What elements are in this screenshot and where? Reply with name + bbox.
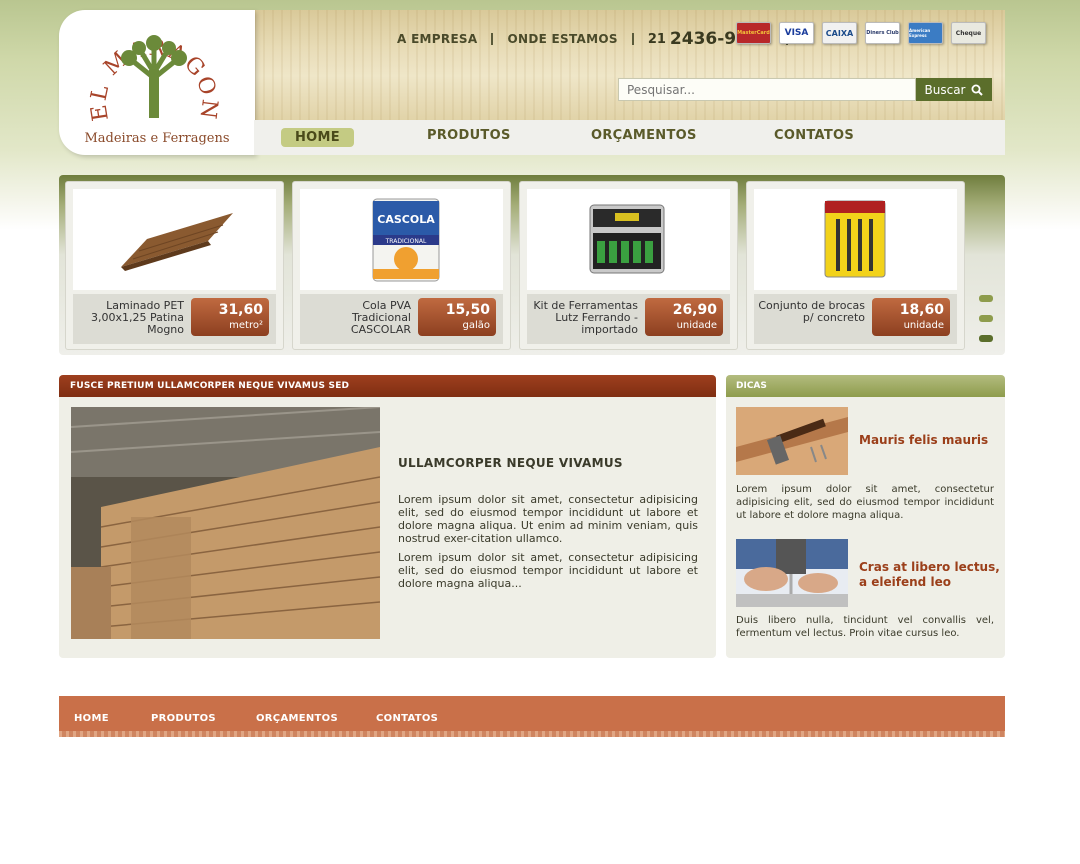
- tips-sidebar: DICAS Mauris felis mauris Lorem ipsum do…: [726, 375, 1005, 658]
- separator: [631, 33, 634, 45]
- tip-title[interactable]: Mauris felis mauris: [859, 433, 988, 448]
- carousel-dot-active[interactable]: [979, 335, 993, 342]
- product-price: 31,60: [218, 302, 263, 318]
- hammer-nails-image[interactable]: [736, 407, 848, 475]
- logo-tagline: Madeiras e Ferragens: [84, 131, 230, 146]
- header: EL MARAGON Madeiras e Ferragens A EMPRES…: [59, 10, 1005, 155]
- product-info: Laminado PET 3,00x1,25 Patina Mogno 31,6…: [73, 294, 276, 344]
- price-tag: 18,60 unidade: [872, 298, 950, 336]
- mastercard-icon: MasterCard: [736, 22, 771, 44]
- product-name: Cola PVA Tradicional CASCOLAR: [350, 299, 411, 336]
- nav-home[interactable]: HOME: [281, 128, 354, 147]
- search-icon: [971, 84, 984, 96]
- cheque-icon: Cheque: [951, 22, 986, 44]
- product-unit: unidade: [903, 320, 944, 331]
- product-name: Laminado PET 3,00x1,25 Patina Mogno: [91, 299, 184, 336]
- search-button[interactable]: Buscar: [916, 78, 992, 101]
- footer-link-home[interactable]: HOME: [74, 713, 109, 724]
- amex-icon: American Express: [908, 22, 943, 44]
- product-image: [73, 189, 276, 290]
- featured-article: FUSCE PRETIUM ULLAMCORPER NEQUE VIVAMUS …: [59, 375, 716, 658]
- tip-text: Lorem ipsum dolor sit amet, consectetur …: [736, 484, 994, 521]
- tree-logo-icon: EL MARAGON: [89, 35, 219, 123]
- tip-text: Duis libero nulla, tincidunt vel convall…: [736, 615, 994, 639]
- product-info: Kit de Ferramentas Lutz Ferrando - impor…: [527, 294, 730, 344]
- product-image: [754, 189, 957, 290]
- price-tag: 15,50 galão: [418, 298, 496, 336]
- nav-produtos[interactable]: PRODUTOS: [427, 128, 511, 143]
- search-input[interactable]: [618, 78, 916, 101]
- product-name: Kit de Ferramentas Lutz Ferrando - impor…: [533, 299, 638, 336]
- separator: [491, 33, 494, 45]
- product-price: 18,60: [899, 302, 944, 318]
- nav-orcamentos[interactable]: ORÇAMENTOS: [591, 128, 697, 143]
- product-unit: metro²: [229, 320, 263, 331]
- product-card[interactable]: Kit de Ferramentas Lutz Ferrando - impor…: [519, 181, 738, 350]
- tip-title-line: Cras at libero lectus,: [859, 560, 1000, 574]
- product-card[interactable]: CASCOLA TRADICIONAL Cola PVA Tradicional…: [292, 181, 511, 350]
- product-name: Conjunto de brocas p/ concreto: [758, 299, 865, 324]
- carousel-pager: [979, 295, 993, 355]
- product-card[interactable]: Conjunto de brocas p/ concreto 18,60 uni…: [746, 181, 965, 350]
- sidebar-header: DICAS: [726, 375, 1005, 397]
- article-paragraph: Lorem ipsum dolor sit amet, consectetur …: [398, 551, 698, 590]
- search-bar: Buscar: [618, 78, 994, 101]
- footer-link-produtos[interactable]: PRODUTOS: [151, 713, 216, 724]
- tip-title-line: a eleifend leo: [859, 575, 951, 589]
- carousel-dot[interactable]: [979, 315, 993, 322]
- product-price: 26,90: [672, 302, 717, 318]
- product-image: CASCOLA TRADICIONAL: [300, 189, 503, 290]
- top-link-onde-estamos[interactable]: ONDE ESTAMOS: [507, 32, 617, 46]
- tool-kit-icon: [589, 204, 665, 274]
- article-paragraph: Lorem ipsum dolor sit amet, consectetur …: [398, 493, 698, 545]
- glue-can-icon: CASCOLA TRADICIONAL: [372, 198, 440, 282]
- product-unit: unidade: [676, 320, 717, 331]
- carousel-dot[interactable]: [979, 295, 993, 302]
- main-nav: HOME PRODUTOS ORÇAMENTOS CONTATOS: [254, 120, 1005, 155]
- footer-link-contatos[interactable]: CONTATOS: [376, 713, 438, 724]
- article-title: ULLAMCORPER NEQUE VIVAMUS: [398, 456, 623, 470]
- product-card[interactable]: Laminado PET 3,00x1,25 Patina Mogno 31,6…: [65, 181, 284, 350]
- price-tag: 31,60 metro²: [191, 298, 269, 336]
- payment-cards: MasterCard VISA CAIXA Diners Club Americ…: [736, 22, 986, 44]
- drill-bits-icon: [824, 200, 886, 278]
- can-sub-label: TRADICIONAL: [385, 238, 427, 245]
- tip-title[interactable]: Cras at libero lectus, a eleifend leo: [859, 560, 1000, 590]
- article-header: FUSCE PRETIUM ULLAMCORPER NEQUE VIVAMUS …: [59, 375, 716, 397]
- product-carousel: Laminado PET 3,00x1,25 Patina Mogno 31,6…: [59, 175, 1005, 355]
- can-label: CASCOLA: [377, 213, 435, 226]
- footer-stripe: [59, 731, 1005, 737]
- top-link-empresa[interactable]: A EMPRESA: [397, 32, 477, 46]
- lumber-stack-image: [71, 407, 380, 639]
- phone-area-code: 21: [647, 31, 666, 47]
- nav-contatos[interactable]: CONTATOS: [774, 128, 854, 143]
- product-info: Cola PVA Tradicional CASCOLAR 15,50 galã…: [300, 294, 503, 344]
- product-price: 15,50: [445, 302, 490, 318]
- product-unit: galão: [462, 320, 491, 331]
- product-info: Conjunto de brocas p/ concreto 18,60 uni…: [754, 294, 957, 344]
- price-tag: 26,90 unidade: [645, 298, 723, 336]
- visa-icon: VISA: [779, 22, 814, 44]
- caixa-icon: CAIXA: [822, 22, 857, 44]
- footer-nav: HOME PRODUTOS ORÇAMENTOS CONTATOS: [59, 696, 1005, 737]
- diners-icon: Diners Club: [865, 22, 900, 44]
- laminate-plank-icon: [121, 213, 233, 271]
- search-button-label: Buscar: [924, 82, 966, 97]
- logo[interactable]: EL MARAGON Madeiras e Ferragens: [59, 10, 255, 155]
- drilling-image[interactable]: [736, 539, 848, 607]
- product-image: [527, 189, 730, 290]
- footer-link-orcamentos[interactable]: ORÇAMENTOS: [256, 713, 338, 724]
